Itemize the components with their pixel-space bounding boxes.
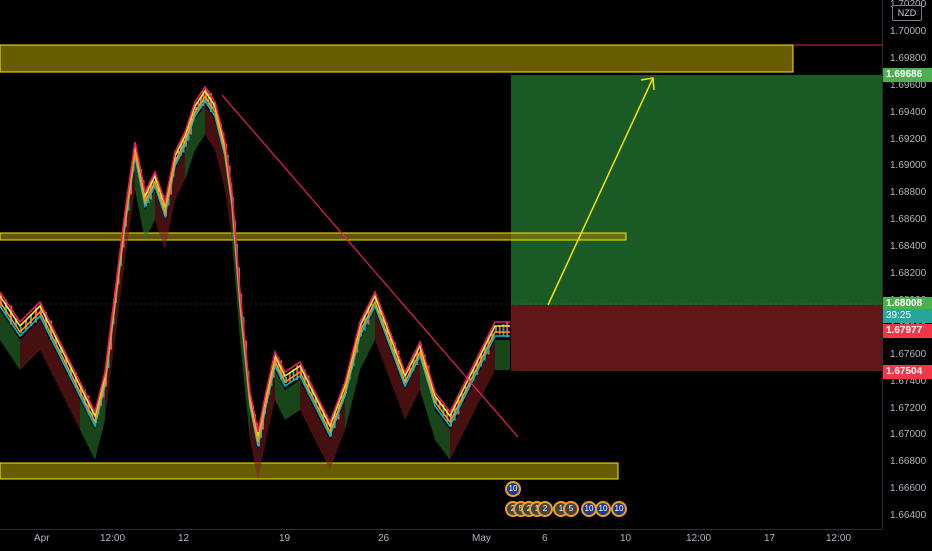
price-tick: 1.66600 — [890, 483, 927, 495]
price-tick: 1.66400 — [890, 510, 927, 522]
price-tick: 1.67200 — [890, 402, 927, 414]
candle — [498, 325, 501, 335]
event-badge[interactable]: 10 — [611, 501, 627, 517]
cloud-segment — [495, 340, 510, 370]
price-tick: 1.69200 — [890, 133, 927, 145]
price-tick: 1.67600 — [890, 348, 927, 360]
cloud-segment — [20, 320, 40, 370]
price-tick: 1.66800 — [890, 456, 927, 468]
time-label: 6 — [542, 533, 548, 544]
moving-averages — [0, 85, 510, 447]
event-badge[interactable]: 2 — [537, 501, 553, 517]
trend-line — [221, 94, 519, 438]
time-label: 17 — [764, 533, 776, 544]
event-badge[interactable]: 5 — [563, 501, 579, 517]
time-label: 19 — [279, 533, 291, 544]
time-label: 12:00 — [686, 533, 712, 544]
supply-zone — [0, 44, 794, 73]
time-label: 12:00 — [100, 533, 126, 544]
price-axis[interactable]: 1.702001.700001.698001.696001.694001.692… — [882, 0, 932, 529]
price-tick: 1.68600 — [890, 214, 927, 226]
countdown-tag: 39:25 — [883, 309, 932, 323]
long-target-area — [511, 75, 882, 305]
time-label: 12:00 — [826, 533, 852, 544]
stop-price-tag: 1.67504 — [883, 365, 932, 379]
price-tick: 1.68400 — [890, 241, 927, 253]
currency-label[interactable]: NZD — [892, 5, 922, 21]
price-tick: 1.69000 — [890, 160, 927, 172]
mid-zone — [0, 232, 627, 241]
event-badge[interactable]: 10 — [505, 481, 521, 497]
price-tick: 1.69800 — [890, 52, 927, 64]
price-tick: 1.69400 — [890, 106, 927, 118]
chart-plot-area[interactable] — [0, 0, 882, 529]
time-label: May — [472, 533, 491, 544]
time-label: 12 — [178, 533, 190, 544]
target-price-tag: 1.69686 — [883, 68, 932, 82]
price-tick: 1.68800 — [890, 187, 927, 199]
time-label: Apr — [34, 533, 50, 544]
demand-zone — [0, 462, 619, 480]
cloud-segment — [285, 380, 300, 420]
event-badge[interactable]: 10 — [595, 501, 611, 517]
time-label: 26 — [378, 533, 390, 544]
price-tick: 1.70000 — [890, 25, 927, 37]
long-stop-area — [511, 305, 882, 371]
price-tick: 1.68200 — [890, 268, 927, 279]
current-price-tag: 1.67977 — [883, 324, 932, 338]
time-axis[interactable]: Apr 12:00 12 19 26 May 6 10 12:00 17 12:… — [0, 529, 882, 551]
time-label: 10 — [620, 533, 632, 544]
price-tick: 1.67000 — [890, 429, 927, 441]
